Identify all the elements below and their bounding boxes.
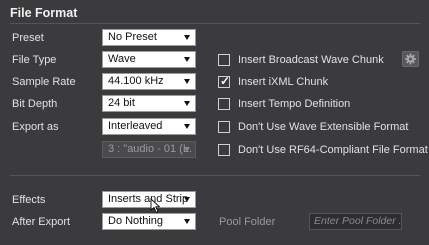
- chevron-down-icon: [184, 147, 190, 152]
- after-export-select-value: Do Nothing: [108, 215, 164, 227]
- export-as-select-value: Interleaved: [108, 120, 163, 132]
- bit-depth-label: Bit Depth: [12, 98, 58, 110]
- chevron-down-icon: [184, 101, 190, 106]
- wave-extensible-label: Don't Use Wave Extensible Format: [238, 121, 409, 133]
- preset-select-value: No Preset: [108, 31, 157, 43]
- after-export-select[interactable]: Do Nothing: [102, 213, 196, 230]
- ixml-label: Insert iXML Chunk: [238, 76, 329, 88]
- wave-extensible-checkbox[interactable]: [218, 121, 230, 133]
- file-type-select[interactable]: Wave: [102, 51, 196, 68]
- sample-rate-label: Sample Rate: [12, 76, 76, 88]
- chevron-down-icon: [184, 197, 190, 202]
- chevron-down-icon: [184, 57, 190, 62]
- preset-select[interactable]: No Preset: [102, 29, 196, 46]
- section-divider-bottom: [10, 175, 420, 176]
- tempo-definition-label: Insert Tempo Definition: [238, 98, 351, 110]
- sample-rate-select[interactable]: 44.100 kHz: [102, 73, 196, 90]
- rf64-checkbox[interactable]: [218, 144, 230, 156]
- chevron-down-icon: [184, 35, 190, 40]
- tempo-definition-checkbox[interactable]: [218, 98, 230, 110]
- channel-select-value: 3 : "audio - 01 (L.: [108, 143, 193, 155]
- after-export-label: After Export: [12, 216, 71, 228]
- gear-icon: [405, 53, 416, 65]
- chevron-down-icon: [184, 124, 190, 129]
- mouse-pointer-icon: [150, 198, 160, 213]
- sample-rate-select-value: 44.100 kHz: [108, 75, 164, 87]
- chevron-down-icon: [184, 219, 190, 224]
- channel-select: 3 : "audio - 01 (L.: [102, 141, 196, 158]
- preset-label: Preset: [12, 32, 44, 44]
- effects-select[interactable]: Inserts and Strip: [102, 191, 196, 208]
- file-type-label: File Type: [12, 54, 57, 66]
- file-type-select-value: Wave: [108, 53, 136, 65]
- pool-folder-placeholder: Enter Pool Folder .: [314, 215, 402, 227]
- bit-depth-select[interactable]: 24 bit: [102, 95, 196, 112]
- section-title: File Format: [10, 6, 78, 20]
- chevron-down-icon: [184, 79, 190, 84]
- effects-label: Effects: [12, 194, 46, 206]
- rf64-label: Don't Use RF64-Compliant File Format: [238, 144, 428, 156]
- checkmark-icon: ✓: [220, 74, 231, 88]
- broadcast-wave-label: Insert Broadcast Wave Chunk: [238, 54, 384, 66]
- export-as-label: Export as: [12, 121, 59, 133]
- bit-depth-select-value: 24 bit: [108, 97, 135, 109]
- ixml-checkbox[interactable]: ✓: [218, 74, 231, 88]
- effects-select-value: Inserts and Strip: [108, 193, 189, 205]
- section-divider-top: [10, 23, 420, 24]
- broadcast-wave-checkbox[interactable]: [218, 54, 230, 66]
- export-as-select[interactable]: Interleaved: [102, 118, 196, 135]
- settings-button[interactable]: [402, 51, 419, 67]
- pool-folder-input[interactable]: Enter Pool Folder .: [309, 213, 402, 230]
- pool-folder-label: Pool Folder: [219, 216, 276, 228]
